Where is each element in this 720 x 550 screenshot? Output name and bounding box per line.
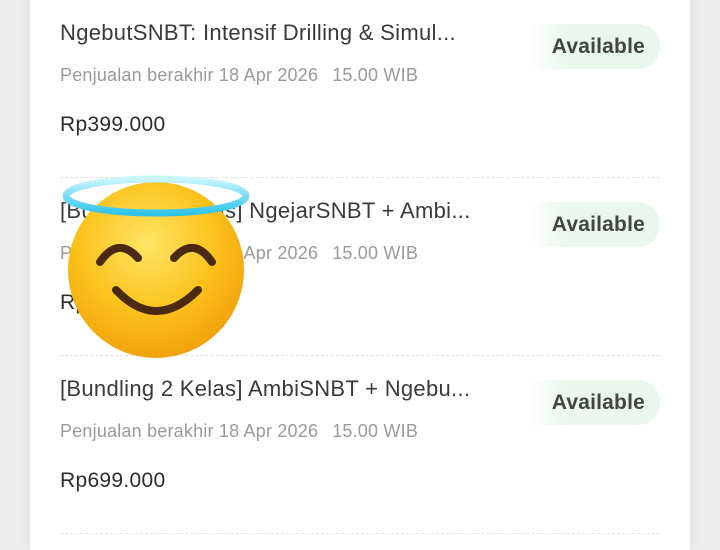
- status-badge: Available: [529, 24, 660, 69]
- ticket-item[interactable]: NgebutSNBT: Intensif Drilling & Simul...…: [60, 0, 660, 178]
- ticket-title: NgebutSNBT: Intensif Drilling & Simul...: [60, 20, 456, 45]
- sale-end-time: 15.00 WIB: [332, 65, 419, 85]
- sale-end-date: Penjualan berakhir 18 Apr 2026: [60, 65, 319, 85]
- ticket-price: Rp699.000: [60, 469, 166, 492]
- status-badge: Available: [529, 202, 660, 247]
- sale-end-date: Penjualan berakhir 18 Apr 2026: [60, 421, 319, 441]
- status-badge: Available: [529, 380, 660, 425]
- ticket-price: Rp399.000: [60, 113, 166, 136]
- sale-end-time: 15.00 WIB: [332, 421, 419, 441]
- sale-end-info: Penjualan berakhir 18 Apr 2026 15.00 WIB: [60, 65, 418, 86]
- ticket-title: [Bundling 2 Kelas] AmbiSNBT + Ngebu...: [60, 376, 471, 401]
- ticket-item[interactable]: [Bundling 2 Kelas] AmbiSNBT + Ngebu... P…: [60, 356, 660, 534]
- smiling-face-with-halo-emoji: [62, 175, 250, 358]
- sale-end-time: 15.00 WIB: [332, 243, 419, 263]
- sale-end-info: Penjualan berakhir 18 Apr 2026 15.00 WIB: [60, 421, 418, 442]
